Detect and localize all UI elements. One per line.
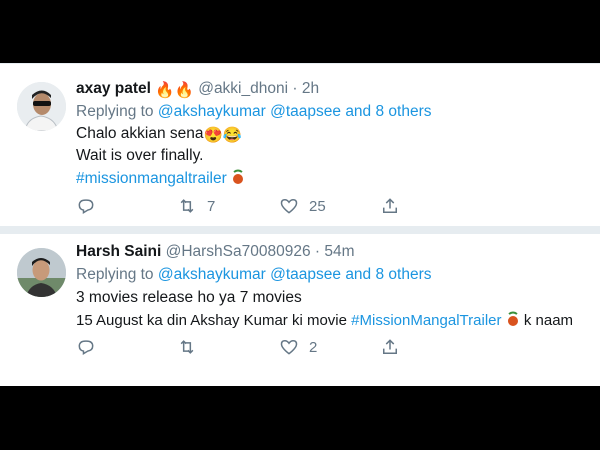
reply-button[interactable] — [76, 194, 96, 218]
mention-link[interactable]: @taapsee — [270, 103, 341, 120]
tweet-text: 15 August ka din Akshay Kumar ki movie — [76, 312, 347, 329]
hashtag-link[interactable]: #missionmangaltrailer — [76, 170, 227, 187]
tweet[interactable]: Harsh Saini @HarshSa70080926 · 54m Reply… — [0, 234, 600, 386]
reply-button[interactable] — [76, 335, 96, 359]
display-name[interactable]: Harsh Saini — [76, 243, 161, 260]
heart-icon — [280, 339, 298, 355]
timestamp[interactable]: 2h — [302, 80, 319, 97]
tweet-header: Harsh Saini @HarshSa70080926 · 54m — [76, 243, 355, 261]
tweet-text-line: #missionmangaltrailer — [76, 169, 245, 190]
replying-label: Replying to — [76, 103, 154, 120]
and-word: and — [345, 266, 372, 283]
retweet-icon — [180, 340, 194, 354]
replying-to: Replying to @akshaykumar @taapsee and 8 … — [76, 266, 432, 284]
others-link[interactable]: 8 others — [376, 266, 432, 283]
mention-link[interactable]: @taapsee — [270, 266, 341, 283]
tweet-text-line: 15 August ka din Akshay Kumar ki movie #… — [76, 311, 573, 331]
mission-mangal-icon — [231, 169, 245, 190]
separator-dot: · — [292, 80, 298, 97]
timestamp[interactable]: 54m — [324, 243, 354, 260]
replying-to: Replying to @akshaykumar @taapsee and 8 … — [76, 103, 432, 121]
avatar[interactable] — [17, 248, 66, 297]
like-count: 25 — [309, 197, 326, 215]
user-handle[interactable]: @HarshSa70080926 — [166, 243, 311, 260]
others-link[interactable]: 8 others — [376, 103, 432, 120]
avatar[interactable] — [17, 82, 66, 131]
tweet-text-line: Wait is over finally. — [76, 147, 203, 165]
share-button[interactable] — [380, 194, 400, 218]
tweet-text: Chalo akkian sena — [76, 125, 204, 142]
display-name[interactable]: axay patel — [76, 80, 151, 97]
hashtag-link[interactable]: #MissionMangalTrailer — [351, 312, 501, 329]
like-button[interactable]: 25 — [279, 194, 326, 218]
fire-emoji: 🔥🔥 — [155, 82, 194, 99]
thread-divider — [0, 226, 600, 234]
tweet-text: k naam — [523, 312, 574, 329]
mission-mangal-icon — [506, 311, 520, 331]
share-icon — [383, 198, 397, 213]
retweet-button[interactable] — [177, 335, 207, 359]
and-word: and — [345, 103, 372, 120]
reply-icon — [78, 199, 94, 214]
retweet-button[interactable]: 7 — [177, 194, 215, 218]
tweet-text: 3 movies release ho ya 7 movies — [76, 289, 302, 306]
retweet-count: 7 — [207, 197, 216, 215]
reply-icon — [78, 340, 94, 355]
tweet-actions: 7 25 — [76, 194, 426, 218]
like-button[interactable]: 2 — [279, 335, 317, 359]
tweet-text-line: 3 movies release ho ya 7 movies — [76, 289, 302, 307]
like-count: 2 — [309, 338, 318, 356]
user-handle[interactable]: @akki_dhoni — [198, 80, 288, 97]
emoji: 😍😂 — [203, 127, 243, 144]
tweet-header: axay patel 🔥🔥 @akki_dhoni · 2h — [76, 80, 319, 100]
tweet-actions: 2 — [76, 335, 426, 359]
heart-icon — [280, 198, 298, 214]
separator-dot: · — [314, 243, 321, 260]
share-icon — [383, 339, 397, 354]
retweet-icon — [180, 199, 194, 213]
tweet-text: Wait is over finally. — [76, 147, 204, 164]
replying-label: Replying to — [76, 266, 154, 283]
tweet[interactable]: axay patel 🔥🔥 @akki_dhoni · 2h Replying … — [0, 63, 600, 225]
mention-link[interactable]: @akshaykumar — [158, 103, 266, 120]
share-button[interactable] — [380, 335, 400, 359]
tweet-text-line: Chalo akkian sena😍😂 — [76, 125, 242, 145]
mention-link[interactable]: @akshaykumar — [158, 266, 266, 283]
